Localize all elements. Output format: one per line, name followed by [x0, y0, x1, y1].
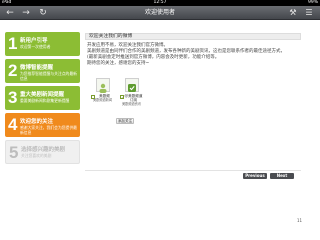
- more-icon[interactable]: ☰: [303, 8, 315, 18]
- description: 开发应用不易，欢迎关注我们官方微博。 美剧频道是由同伴们合作的美剧频道，发布各种…: [85, 43, 301, 67]
- navigation-bar: ← → ↻ 欢迎使用者 ⚒ ☰: [0, 6, 320, 20]
- account-avatar-icon: [127, 84, 136, 92]
- step-description: 关注您喜欢的美剧: [21, 153, 52, 158]
- step-title: 选择感兴趣的美剧: [21, 147, 66, 153]
- step-number: 3: [8, 88, 18, 107]
- step-title: 欢迎您的关注: [20, 119, 54, 125]
- step-4[interactable]: 4 欢迎您的关注 感谢大家关注，我们会为您提供最新信息: [5, 113, 80, 137]
- step-title: 微博智能提醒: [20, 65, 54, 71]
- page-title: 欢迎使用者: [144, 9, 175, 16]
- section-title: 欢迎关注我们的微博: [85, 33, 301, 40]
- step-number: 1: [8, 34, 18, 53]
- step-description: 欢迎第一次使用者: [20, 44, 51, 49]
- step-title: 重大美剧新闻提醒: [20, 92, 65, 98]
- page-number: 11: [297, 218, 303, 223]
- step-description: 感谢大家关注，我们会为您提供最新信息: [20, 125, 77, 135]
- divider: [85, 170, 301, 171]
- follow-checkbox[interactable]: ✓: [120, 95, 124, 100]
- account-avatar-icon: [99, 83, 106, 93]
- account-card[interactable]: 美剧频 美剧频道新闻: [90, 78, 115, 102]
- description-line: 期待您的关注，感谢您的支持~: [87, 61, 150, 66]
- step-5[interactable]: 5 选择感兴趣的美剧 关注您喜欢的美剧: [5, 140, 80, 164]
- step-number: 2: [8, 61, 18, 80]
- follow-checkbox[interactable]: [91, 95, 95, 99]
- previous-button[interactable]: Previous: [243, 173, 267, 179]
- step-1[interactable]: 1 新用户引导 欢迎第一次使用者: [5, 32, 80, 56]
- step-description: 重要美剧新闻和剧集更新提醒: [20, 98, 70, 103]
- step-2[interactable]: 2 微博智能提醒 为您推荐智能提醒与关注点的最新信息: [5, 59, 80, 83]
- step-description: 为您推荐智能提醒与关注点的最新信息: [20, 71, 77, 81]
- tools-icon[interactable]: ⚒: [287, 8, 299, 18]
- content-panel: 欢迎关注我们的微博 开发应用不易，欢迎关注我们官方微博。 美剧频道是由同伴们合作…: [85, 33, 301, 67]
- next-button[interactable]: Next: [270, 173, 294, 179]
- account-description: 美剧频道资讯: [121, 102, 142, 106]
- follow-button[interactable]: 添加关注: [116, 118, 134, 124]
- avatar: [95, 78, 110, 93]
- step-number: 5: [9, 143, 19, 162]
- step-number: 4: [8, 115, 18, 134]
- step-3[interactable]: 3 重大美剧新闻提醒 重要美剧新闻和剧集更新提醒: [5, 86, 80, 110]
- avatar: [124, 78, 139, 92]
- account-card[interactable]: ✓ @美剧频道订阅 美剧频道资讯: [119, 78, 144, 106]
- step-list: 1 新用户引导 欢迎第一次使用者 2 微博智能提醒 为您推荐智能提醒与关注点的最…: [5, 32, 80, 167]
- step-title: 新用户引导: [20, 38, 48, 44]
